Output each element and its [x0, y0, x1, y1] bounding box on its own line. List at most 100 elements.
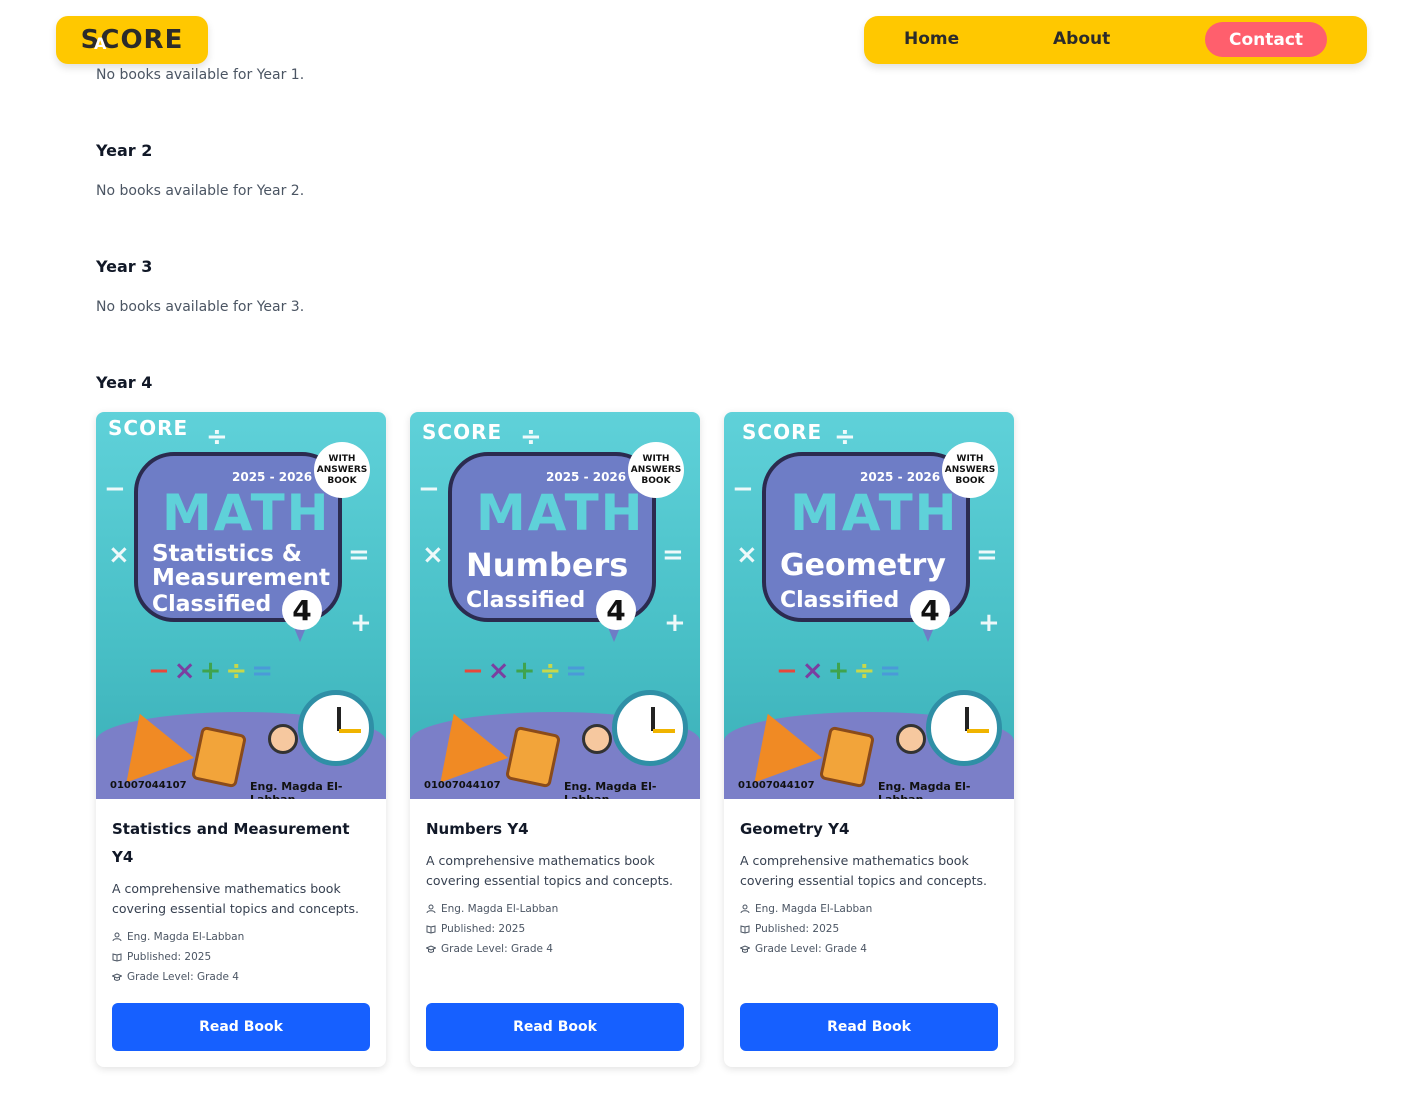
user-icon [112, 932, 122, 942]
read-book-button[interactable]: Read Book [740, 1003, 998, 1051]
book-meta: Eng. Magda El-Labban Published: 2025 Gra… [740, 899, 998, 959]
cover-author: Eng. Magda El-Labban [878, 780, 971, 799]
book-card: SCORE ÷ − × = + 2025 - 2026 MATH Numbers… [410, 412, 700, 1067]
cover-years: 2025 - 2026 [860, 470, 941, 484]
cover-classified: Classified [780, 588, 900, 613]
kid-icon [896, 724, 926, 754]
minus-symbol: − [418, 474, 440, 504]
year4-heading: Year 4 [96, 373, 153, 392]
nav-contact-button[interactable]: Contact [1205, 22, 1327, 57]
book-title: Statistics and Measurement Y4 [112, 820, 350, 866]
book-description: A comprehensive mathematics book coverin… [426, 853, 673, 888]
grade-row: Grade Level: Grade 4 [740, 939, 998, 959]
book-published: Published: 2025 [755, 923, 840, 935]
clock-icon [612, 690, 688, 766]
book-grade: Grade Level: Grade 4 [441, 943, 553, 955]
cover-author: Eng. Magda El-Labban [250, 780, 343, 799]
graduation-cap-icon [112, 973, 122, 981]
author-row: Eng. Magda El-Labban [112, 927, 370, 947]
main-nav: Home About Contact [864, 16, 1367, 64]
cover-years: 2025 - 2026 [232, 470, 313, 484]
cover-phone: 01007044107 [424, 780, 501, 791]
card-body: Statistics and Measurement Y4 A comprehe… [112, 815, 370, 987]
cover-answers-badge: WITH ANSWERS BOOK [628, 442, 684, 498]
book-meta: Eng. Magda El-Labban Published: 2025 Gra… [112, 927, 370, 987]
read-book-button[interactable]: Read Book [112, 1003, 370, 1051]
cover-operators: −×+÷= [148, 656, 277, 686]
published-row: Published: 2025 [740, 919, 998, 939]
cover-answers-badge: WITH ANSWERS BOOK [314, 442, 370, 498]
published-row: Published: 2025 [112, 947, 370, 967]
minus-symbol: − [104, 474, 126, 504]
nav-about-link[interactable]: About [1053, 29, 1110, 49]
kid-icon [582, 724, 612, 754]
clock-hour-hand [651, 707, 655, 731]
minus-symbol: − [732, 474, 754, 504]
cover-logo: SCORE [422, 420, 503, 444]
logo[interactable]: SCORE A [56, 16, 208, 64]
logo-sub-letter: A [94, 34, 107, 53]
card-body: Geometry Y4 A comprehensive mathematics … [740, 815, 998, 959]
grade-row: Grade Level: Grade 4 [426, 939, 684, 959]
book-author: Eng. Magda El-Labban [441, 903, 559, 915]
cover-grade-number: 4 [596, 590, 636, 630]
clock-icon [298, 690, 374, 766]
kid-icon [268, 724, 298, 754]
graduation-cap-icon [426, 945, 436, 953]
book-open-icon [426, 925, 436, 934]
graduation-cap-icon [740, 945, 750, 953]
cover-classified: Classified [152, 592, 272, 617]
book-open-icon [740, 925, 750, 934]
cover-math: MATH [162, 484, 331, 542]
book-open-icon [112, 953, 122, 962]
divide-symbol: ÷ [520, 422, 542, 452]
cover-phone: 01007044107 [738, 780, 815, 791]
book-cover-image[interactable]: SCORE ÷ − × = + 2025 - 2026 MATH Geometr… [724, 412, 1014, 799]
year2-empty-message: No books available for Year 2. [96, 183, 305, 199]
book-author: Eng. Magda El-Labban [127, 931, 245, 943]
clock-minute-hand [339, 729, 361, 733]
year2-heading: Year 2 [96, 141, 153, 160]
published-row: Published: 2025 [426, 919, 684, 939]
book-description: A comprehensive mathematics book coverin… [740, 853, 987, 888]
cover-operators: −×+÷= [776, 656, 905, 686]
divide-symbol: ÷ [206, 422, 228, 452]
cover-grade-number: 4 [282, 590, 322, 630]
clock-minute-hand [653, 729, 675, 733]
book-card: SCORE ÷ − × = + 2025 - 2026 MATH Statist… [96, 412, 386, 1067]
book-grade: Grade Level: Grade 4 [755, 943, 867, 955]
card-body: Numbers Y4 A comprehensive mathematics b… [426, 815, 684, 959]
cover-answers-badge: WITH ANSWERS BOOK [942, 442, 998, 498]
book-grade: Grade Level: Grade 4 [127, 971, 239, 983]
times-symbol: × [422, 540, 444, 570]
read-book-button[interactable]: Read Book [426, 1003, 684, 1051]
year1-empty-message: No books available for Year 1. [96, 67, 305, 83]
clock-minute-hand [967, 729, 989, 733]
cover-grade-number: 4 [910, 590, 950, 630]
cover-math: MATH [476, 484, 645, 542]
plus-symbol: + [350, 608, 372, 638]
book-card: SCORE ÷ − × = + 2025 - 2026 MATH Geometr… [724, 412, 1014, 1067]
user-icon [740, 904, 750, 914]
divide-symbol: ÷ [834, 422, 856, 452]
book-cover-image[interactable]: SCORE ÷ − × = + 2025 - 2026 MATH Numbers… [410, 412, 700, 799]
book-cover-image[interactable]: SCORE ÷ − × = + 2025 - 2026 MATH Statist… [96, 412, 386, 799]
grade-row: Grade Level: Grade 4 [112, 967, 370, 987]
book-description: A comprehensive mathematics book coverin… [112, 881, 359, 916]
cover-math: MATH [790, 484, 959, 542]
book-title: Geometry Y4 [740, 820, 850, 838]
equals-symbol: = [976, 540, 998, 570]
user-icon [426, 904, 436, 914]
cover-phone: 01007044107 [110, 780, 187, 791]
times-symbol: × [108, 540, 130, 570]
cover-author: Eng. Magda El-Labban [564, 780, 657, 799]
cover-logo: SCORE [742, 420, 823, 444]
cover-subject: Statistics & Measurement [152, 541, 330, 591]
year3-heading: Year 3 [96, 257, 153, 276]
cover-years: 2025 - 2026 [546, 470, 627, 484]
plus-symbol: + [664, 608, 686, 638]
book-meta: Eng. Magda El-Labban Published: 2025 Gra… [426, 899, 684, 959]
nav-home-link[interactable]: Home [904, 29, 959, 49]
equals-symbol: = [662, 540, 684, 570]
book-author: Eng. Magda El-Labban [755, 903, 873, 915]
